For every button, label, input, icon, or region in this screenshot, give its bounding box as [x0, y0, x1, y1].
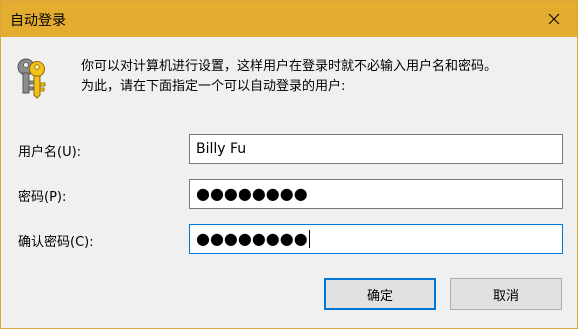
auto-login-dialog: 自动登录 你可以对计算机进行设置，这样用户在登录时就不必输入用户名和密码。 为此…: [0, 0, 578, 329]
window-title: 自动登录: [10, 13, 66, 29]
title-bar[interactable]: 自动登录: [1, 1, 577, 37]
cancel-button[interactable]: 取消: [450, 278, 562, 310]
password-field[interactable]: ●●●●●●●●: [189, 179, 563, 209]
close-icon: [548, 13, 560, 25]
confirm-password-field[interactable]: ●●●●●●●●: [189, 224, 563, 254]
text-caret: [308, 230, 310, 248]
close-button[interactable]: [531, 1, 577, 37]
dialog-body: 你可以对计算机进行设置，这样用户在登录时就不必输入用户名和密码。 为此，请在下面…: [1, 37, 577, 328]
username-value: Billy Fu: [196, 141, 247, 157]
description-line-2: 为此，请在下面指定一个可以自动登录的用户:: [81, 79, 346, 94]
confirm-password-label: 确认密码(C):: [18, 235, 94, 250]
username-label: 用户名(U):: [18, 145, 82, 160]
keys-icon: [14, 55, 50, 99]
description-line-1: 你可以对计算机进行设置，这样用户在登录时就不必输入用户名和密码。: [81, 59, 498, 74]
password-label: 密码(P):: [18, 190, 67, 205]
password-value: ●●●●●●●●: [196, 184, 308, 203]
confirm-password-value: ●●●●●●●●: [196, 229, 308, 248]
username-field[interactable]: Billy Fu: [189, 134, 563, 164]
ok-button[interactable]: 确定: [324, 278, 436, 310]
description-text: 你可以对计算机进行设置，这样用户在登录时就不必输入用户名和密码。 为此，请在下面…: [81, 57, 571, 97]
